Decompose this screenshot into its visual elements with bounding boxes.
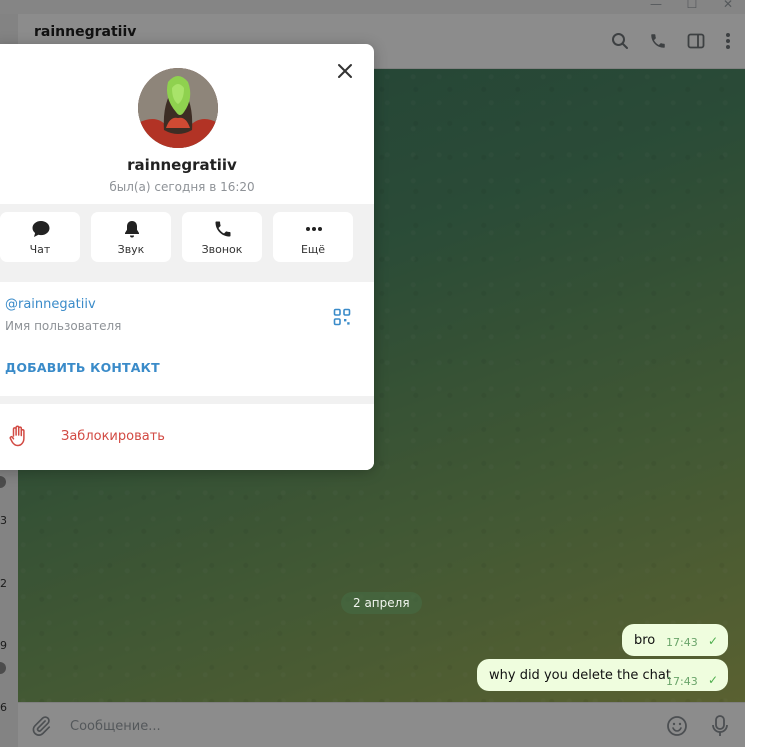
profile-info-section: @rainnegatiiv Имя пользователя ДОБАВИТЬ … — [0, 282, 374, 396]
close-icon[interactable] — [332, 58, 358, 84]
bell-icon — [125, 221, 139, 238]
user-profile-dialog: rainnegratiiv был(а) сегодня в 16:20 Чат… — [0, 44, 374, 470]
phone-icon — [215, 221, 231, 237]
block-user-button[interactable]: Заблокировать — [0, 404, 374, 470]
message-bubble-outgoing[interactable]: why did you delete the chat 17:43 ✓ — [477, 659, 728, 691]
section-divider — [0, 396, 374, 404]
hand-stop-icon — [9, 425, 27, 451]
more-action-button[interactable]: Ещё — [273, 212, 353, 262]
call-action-button[interactable]: Звонок — [182, 212, 262, 262]
profile-name: rainnegratiiv — [127, 156, 237, 174]
desktop-background — [745, 0, 773, 747]
more-dots-icon — [306, 227, 322, 231]
chat-action-button[interactable]: Чат — [0, 212, 80, 262]
username-link[interactable]: @rainnegatiiv — [5, 297, 96, 312]
action-label: Чат — [29, 243, 51, 256]
message-time: 17:43 — [666, 675, 698, 688]
action-label: Ещё — [300, 243, 326, 256]
action-label: Звук — [117, 243, 145, 256]
avatar[interactable] — [138, 68, 218, 148]
username-caption: Имя пользователя — [5, 319, 122, 333]
date-separator: 2 апреля — [341, 592, 422, 614]
message-time: 17:43 — [666, 636, 698, 649]
message-text: why did you delete the chat — [489, 668, 671, 683]
block-label: Заблокировать — [61, 429, 165, 444]
action-label: Звонок — [201, 243, 243, 256]
read-check-icon: ✓ — [708, 634, 719, 648]
telegram-window: — ☐ ✕ 3 2 9 6 rainnegratiiv 2 апреля bro… — [0, 0, 745, 747]
add-contact-button[interactable]: ДОБАВИТЬ КОНТАКТ — [5, 360, 160, 375]
last-seen-status: был(а) сегодня в 16:20 — [109, 180, 255, 194]
mute-action-button[interactable]: Звук — [91, 212, 171, 262]
screen: — ☐ ✕ 3 2 9 6 rainnegratiiv 2 апреля bro… — [0, 0, 773, 747]
qr-code-icon[interactable] — [333, 308, 351, 330]
read-check-icon: ✓ — [708, 673, 719, 687]
chat-bubble-icon — [32, 221, 50, 237]
message-bubble-outgoing[interactable]: bro 17:43 ✓ — [622, 624, 728, 656]
profile-actions: Чат Звук Звонок Ещё — [0, 204, 374, 282]
message-text: bro — [634, 633, 656, 648]
